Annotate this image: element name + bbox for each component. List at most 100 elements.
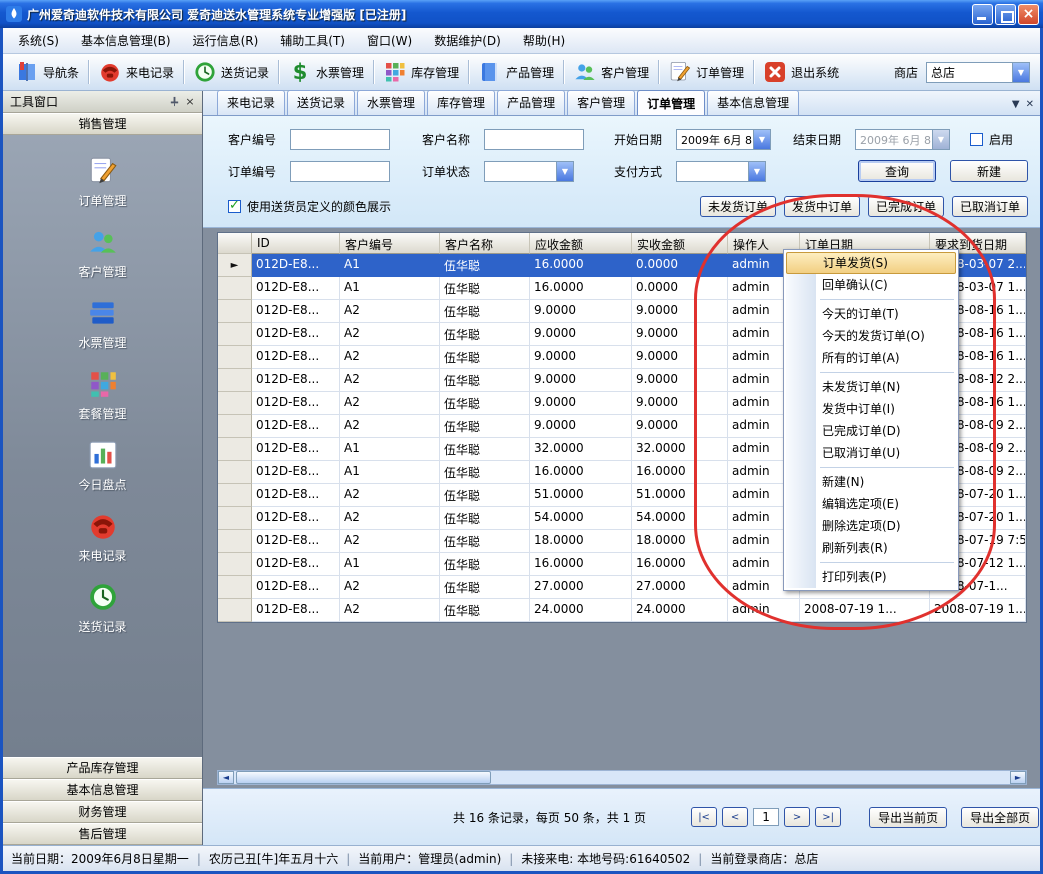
- context-menu-item[interactable]: 删除选定项(D): [784, 515, 958, 537]
- sidebar-item-customer[interactable]: 客户管理: [3, 218, 202, 289]
- column-header[interactable]: ID: [252, 233, 340, 254]
- tab[interactable]: 库存管理: [427, 90, 495, 115]
- sidebar-section[interactable]: 售后管理: [3, 823, 202, 845]
- close-icon[interactable]: ×: [182, 94, 198, 110]
- context-menu-item[interactable]: 未发货订单(N): [784, 376, 958, 398]
- row-selector[interactable]: ►: [218, 346, 252, 369]
- tab[interactable]: 水票管理: [357, 90, 425, 115]
- new-button[interactable]: 新建: [950, 160, 1028, 182]
- row-selector[interactable]: ►: [218, 461, 252, 484]
- scroll-right-icon[interactable]: ►: [1010, 771, 1026, 784]
- chevron-down-icon[interactable]: [1012, 63, 1029, 82]
- chevron-down-icon[interactable]: [556, 162, 573, 181]
- row-selector[interactable]: ►: [218, 599, 252, 622]
- context-menu-item[interactable]: [784, 559, 958, 566]
- close-icon[interactable]: ✕: [1026, 99, 1034, 110]
- menu-item[interactable]: 基本信息管理(B): [70, 28, 182, 53]
- row-selector[interactable]: ►: [218, 369, 252, 392]
- sidebar-section[interactable]: 财务管理: [3, 801, 202, 823]
- query-button[interactable]: 查询: [858, 160, 936, 182]
- order-status-filter-button[interactable]: 未发货订单: [700, 196, 776, 217]
- menu-item[interactable]: 系统(S): [7, 28, 70, 53]
- context-menu-item[interactable]: 订单发货(S): [786, 252, 956, 274]
- row-selector[interactable]: ►: [218, 553, 252, 576]
- row-selector[interactable]: ►: [218, 415, 252, 438]
- context-menu-item[interactable]: 编辑选定项(E): [784, 493, 958, 515]
- column-header[interactable]: 实收金额: [632, 233, 728, 254]
- customer-code-input[interactable]: [290, 129, 390, 150]
- menu-item[interactable]: 辅助工具(T): [269, 28, 356, 53]
- sidebar-item-call-log[interactable]: 来电记录: [3, 502, 202, 573]
- shop-select[interactable]: 总店: [926, 62, 1030, 83]
- context-menu-item[interactable]: 回单确认(C): [784, 274, 958, 296]
- restore-button[interactable]: [995, 4, 1016, 25]
- toolbar-button-ticket[interactable]: $ 水票管理: [282, 57, 370, 87]
- context-menu-item[interactable]: 已取消订单(U): [784, 442, 958, 464]
- sidebar-item-package[interactable]: 套餐管理: [3, 360, 202, 431]
- order-status-filter-button[interactable]: 发货中订单: [784, 196, 860, 217]
- minimize-button[interactable]: [972, 4, 993, 25]
- prev-page-button[interactable]: <: [722, 807, 748, 827]
- tab[interactable]: 订单管理: [637, 90, 705, 115]
- row-selector[interactable]: ►: [218, 576, 252, 599]
- next-page-button[interactable]: >: [784, 807, 810, 827]
- tab[interactable]: 产品管理: [497, 90, 565, 115]
- chevron-down-icon[interactable]: [753, 130, 770, 149]
- row-selector[interactable]: ►: [218, 530, 252, 553]
- export-all-pages-button[interactable]: 导出全部页: [961, 807, 1039, 828]
- end-date-picker[interactable]: 2009年 6月 8日: [855, 129, 950, 150]
- toolbar-button-product[interactable]: 产品管理: [472, 57, 560, 87]
- sidebar-section[interactable]: 基本信息管理: [3, 779, 202, 801]
- row-selector[interactable]: ►: [218, 254, 252, 277]
- color-display-checkbox[interactable]: [228, 200, 241, 213]
- column-header[interactable]: 客户编号: [340, 233, 440, 254]
- start-date-picker[interactable]: 2009年 6月 8日: [676, 129, 771, 150]
- order-status-filter-button[interactable]: 已取消订单: [952, 196, 1028, 217]
- sidebar-item-order[interactable]: 订单管理: [3, 147, 202, 218]
- menu-item[interactable]: 窗口(W): [356, 28, 423, 53]
- enable-checkbox[interactable]: [970, 133, 983, 146]
- sidebar-item-daily-check[interactable]: 今日盘点: [3, 431, 202, 502]
- toolbar-button-call-log[interactable]: 来电记录: [92, 57, 180, 87]
- chevron-down-icon[interactable]: [748, 162, 765, 181]
- pay-method-select[interactable]: [676, 161, 766, 182]
- first-page-button[interactable]: |<: [691, 807, 717, 827]
- order-status-select[interactable]: [484, 161, 574, 182]
- order-code-input[interactable]: [290, 161, 390, 182]
- context-menu-item[interactable]: [784, 369, 958, 376]
- last-page-button[interactable]: >|: [815, 807, 841, 827]
- menu-item[interactable]: 运行信息(R): [182, 28, 270, 53]
- context-menu-item[interactable]: 刷新列表(R): [784, 537, 958, 559]
- tab[interactable]: 送货记录: [287, 90, 355, 115]
- toolbar-button-exit[interactable]: 退出系统: [757, 57, 845, 87]
- context-menu-item[interactable]: 所有的订单(A): [784, 347, 958, 369]
- context-menu-item[interactable]: 今天的订单(T): [784, 303, 958, 325]
- tab[interactable]: 来电记录: [217, 90, 285, 115]
- table-row[interactable]: ► 012D-E8... A2 伍华聪 24.0000 24.0000 admi…: [218, 599, 1026, 622]
- chevron-down-icon[interactable]: ▼: [1012, 99, 1020, 110]
- column-header[interactable]: 客户名称: [440, 233, 530, 254]
- context-menu-item[interactable]: 打印列表(P): [784, 566, 958, 588]
- page-number-input[interactable]: [753, 808, 779, 826]
- row-selector[interactable]: ►: [218, 277, 252, 300]
- export-current-page-button[interactable]: 导出当前页: [869, 807, 947, 828]
- tab[interactable]: 客户管理: [567, 90, 635, 115]
- toolbar-button-nav[interactable]: 导航条: [9, 57, 85, 87]
- menu-item[interactable]: 数据维护(D): [423, 28, 512, 53]
- sidebar-section[interactable]: 产品库存管理: [3, 757, 202, 779]
- context-menu-item[interactable]: [784, 296, 958, 303]
- context-menu-item[interactable]: 新建(N): [784, 471, 958, 493]
- context-menu-item[interactable]: 已完成订单(D): [784, 420, 958, 442]
- customer-name-input[interactable]: [484, 129, 584, 150]
- context-menu-item[interactable]: 发货中订单(I): [784, 398, 958, 420]
- toolbar-button-inventory[interactable]: 库存管理: [377, 57, 465, 87]
- sidebar-item-delivery-log[interactable]: 送货记录: [3, 573, 202, 644]
- pin-icon[interactable]: [166, 94, 182, 110]
- context-menu-item[interactable]: [784, 464, 958, 471]
- row-selector[interactable]: ►: [218, 392, 252, 415]
- row-selector[interactable]: ►: [218, 300, 252, 323]
- sidebar-item-ticket[interactable]: 水票管理: [3, 289, 202, 360]
- tab[interactable]: 基本信息管理: [707, 90, 799, 115]
- row-selector[interactable]: ►: [218, 438, 252, 461]
- scrollbar-thumb[interactable]: [236, 771, 491, 784]
